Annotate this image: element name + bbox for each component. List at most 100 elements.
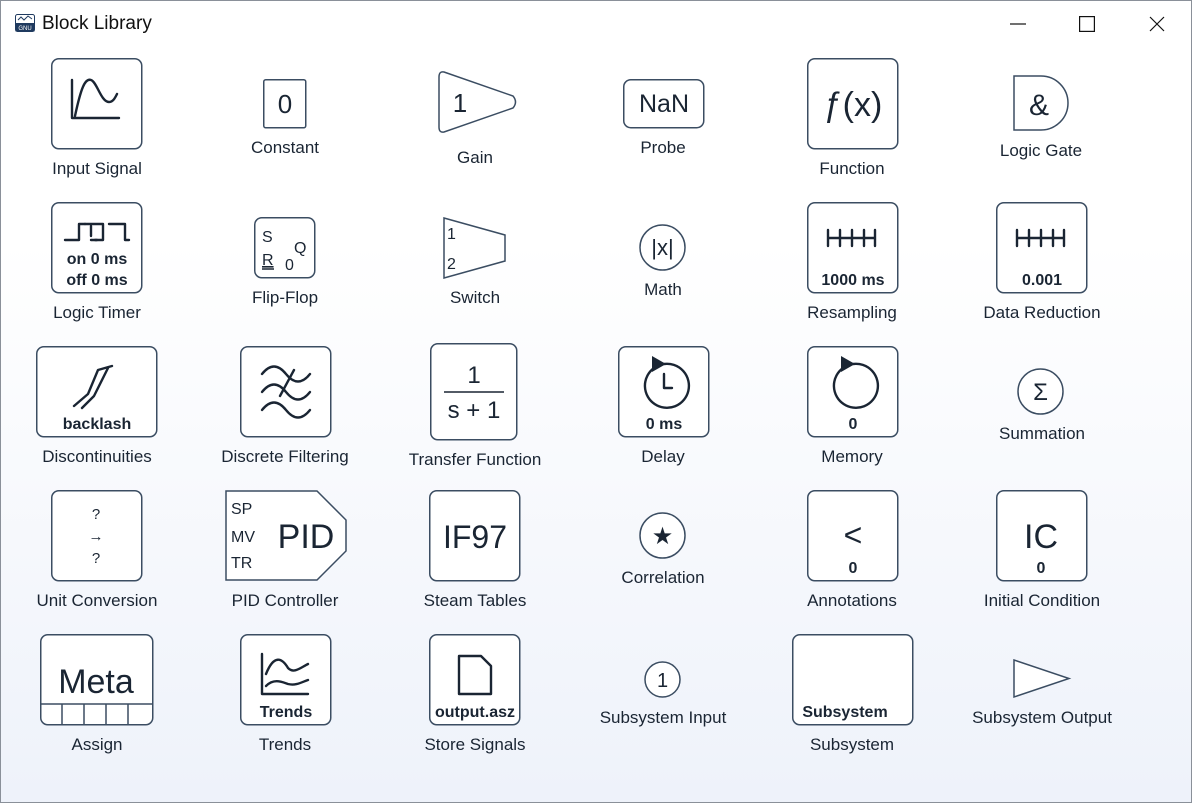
probe-icon: NaN — [623, 79, 705, 129]
memory-icon: 0 — [807, 346, 899, 438]
maximize-button[interactable] — [1071, 9, 1103, 39]
store-signals-value: output.asz — [435, 704, 515, 721]
switch-in2: 2 — [447, 256, 456, 273]
pid-controller-icon: SP MV TR PID — [225, 490, 347, 581]
gain-label: Gain — [457, 148, 493, 167]
switch-icon: 1 2 — [443, 217, 506, 279]
discontinuities-value: backlash — [63, 416, 131, 433]
delay-icon: 0 ms — [618, 346, 710, 438]
logic-gate-label: Logic Gate — [999, 141, 1083, 160]
subsystem-input-icon: 1 — [644, 661, 681, 698]
transfer-function-label: Transfer Function — [408, 450, 542, 469]
delay-value: 0 ms — [646, 416, 683, 433]
correlation-symbol: ★ — [652, 523, 674, 550]
title-bar[interactable]: GNU Block Library — [1, 1, 1191, 45]
subsystem-label: Subsystem — [809, 735, 895, 754]
pid-mv: MV — [231, 529, 255, 546]
unit-conversion-bottom: ? — [92, 550, 100, 567]
initial-condition-symbol: IC — [1024, 518, 1058, 556]
maximize-icon — [1079, 16, 1095, 32]
flip-flop-s: S — [262, 229, 273, 246]
constant-label: Constant — [250, 138, 320, 157]
transfer-function-numerator: 1 — [467, 362, 480, 389]
pid-sp: SP — [231, 501, 252, 518]
data-reduction-value: 0.001 — [1022, 272, 1062, 289]
pid-name: PID — [278, 518, 335, 556]
app-icon-text: GNU — [18, 26, 31, 32]
resampling-icon: 1000 ms — [807, 202, 899, 294]
switch-label: Switch — [449, 288, 501, 307]
gain-icon: 1 — [438, 71, 517, 133]
gain-value: 1 — [453, 88, 467, 118]
constant-value: 0 — [278, 89, 292, 119]
probe-value: NaN — [639, 90, 689, 118]
block-library-window: GNU Block Library Input Signal 0 Constan… — [0, 0, 1192, 803]
annotations-symbol: < — [844, 517, 863, 553]
steam-tables-icon: IF97 — [429, 490, 521, 582]
logic-timer-on: on 0 ms — [67, 251, 128, 268]
data-reduction-icon: 0.001 — [996, 202, 1088, 294]
function-label: Function — [819, 159, 885, 178]
close-icon — [1149, 16, 1165, 32]
annotations-icon: < 0 — [807, 490, 899, 582]
window-title: Block Library — [42, 13, 152, 34]
transfer-function-denominator: s + 1 — [448, 397, 501, 424]
logic-gate-icon: & — [1013, 75, 1069, 131]
close-button[interactable] — [1141, 9, 1173, 39]
correlation-icon: ★ — [639, 512, 686, 559]
flip-flop-zero: 0 — [285, 257, 294, 274]
store-signals-icon: output.asz — [429, 634, 521, 726]
correlation-label: Correlation — [621, 568, 705, 587]
initial-condition-value: 0 — [1037, 560, 1046, 577]
store-signals-label: Store Signals — [424, 735, 526, 754]
trends-label: Trends — [258, 735, 312, 754]
pid-controller-label: PID Controller — [231, 591, 339, 610]
assign-value: Meta — [58, 663, 134, 701]
logic-gate-symbol: & — [1029, 89, 1049, 122]
discrete-filtering-icon — [240, 346, 332, 438]
summation-label: Summation — [999, 424, 1085, 443]
discontinuities-label: Discontinuities — [42, 447, 152, 466]
function-symbol: ƒ(x) — [824, 86, 883, 124]
subsystem-input-label: Subsystem Input — [599, 708, 727, 727]
input-signal-label: Input Signal — [52, 159, 142, 178]
subsystem-icon: Subsystem — [792, 634, 914, 726]
function-icon: ƒ(x) — [807, 58, 899, 150]
constant-icon: 0 — [263, 79, 307, 129]
steam-tables-label: Steam Tables — [423, 591, 527, 610]
math-label: Math — [644, 280, 682, 299]
resampling-value: 1000 ms — [821, 272, 884, 289]
delay-label: Delay — [641, 447, 685, 466]
app-icon: GNU — [15, 14, 35, 32]
pid-tr: TR — [231, 555, 252, 572]
logic-timer-icon: on 0 ms off 0 ms — [51, 202, 143, 294]
logic-timer-off: off 0 ms — [66, 272, 127, 289]
subsystem-output-icon — [1013, 658, 1072, 699]
memory-value: 0 — [849, 416, 858, 433]
steam-tables-value: IF97 — [443, 519, 507, 555]
flip-flop-label: Flip-Flop — [251, 288, 319, 307]
logic-timer-label: Logic Timer — [53, 303, 141, 322]
transfer-function-icon: 1 s + 1 — [430, 343, 518, 441]
trends-value: Trends — [260, 704, 313, 721]
initial-condition-icon: IC 0 — [996, 490, 1088, 582]
resampling-label: Resampling — [807, 303, 897, 322]
assign-icon: Meta — [40, 634, 154, 726]
discrete-filtering-label: Discrete Filtering — [221, 447, 349, 466]
assign-label: Assign — [71, 735, 123, 754]
input-signal-icon — [51, 58, 143, 150]
summation-icon: Σ — [1017, 368, 1064, 415]
memory-label: Memory — [821, 447, 883, 466]
math-symbol: |x| — [651, 235, 673, 260]
unit-conversion-top: ? — [92, 506, 100, 523]
flip-flop-icon: S R Q 0 — [254, 217, 316, 279]
minimize-button[interactable] — [1002, 9, 1034, 39]
flip-flop-q: Q — [294, 240, 306, 257]
annotations-value: 0 — [849, 560, 858, 577]
subsystem-value: Subsystem — [802, 704, 887, 721]
minimize-icon — [1010, 23, 1026, 25]
annotations-label: Annotations — [807, 591, 897, 610]
unit-conversion-arrow: → — [89, 528, 104, 545]
subsystem-input-value: 1 — [657, 670, 668, 692]
unit-conversion-icon: ? → ? — [51, 490, 143, 582]
